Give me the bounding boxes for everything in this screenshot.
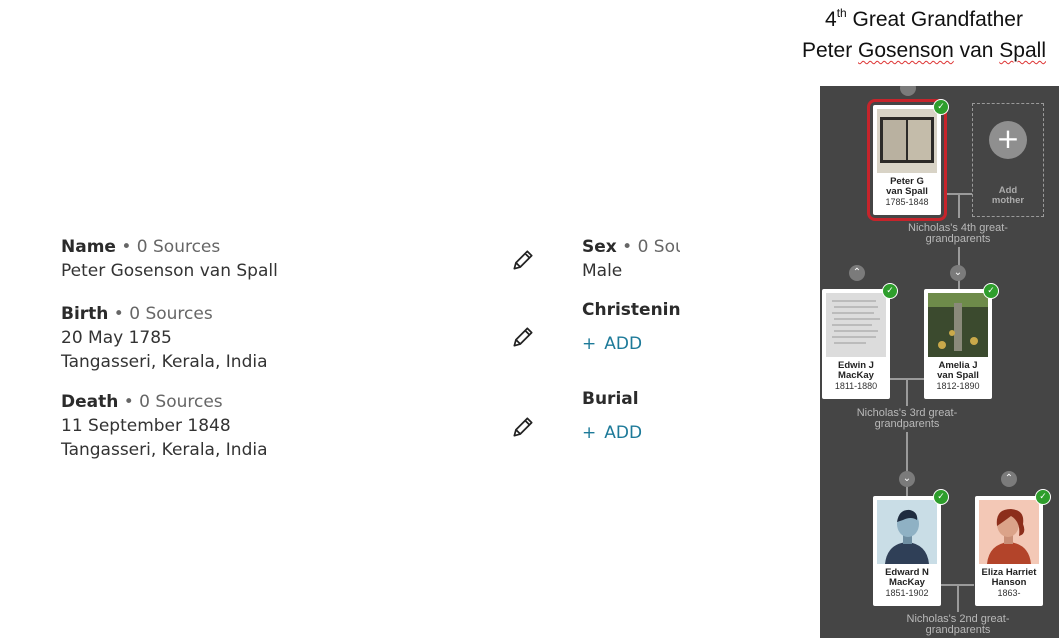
pencil-icon — [513, 327, 533, 347]
document-photo — [877, 109, 937, 173]
expand-down-icon[interactable]: ⌄ — [950, 265, 966, 281]
fact-sex-sources[interactable]: • 0 Sour — [617, 237, 680, 257]
group-label-4th: Nicholas's 4th great-grandparents — [908, 222, 1008, 245]
fact-birth-date: 20 May 1785 — [61, 328, 172, 348]
plus-icon: + — [989, 121, 1027, 159]
fact-death: Death • 0 Sources 11 September 1848 Tang… — [61, 390, 268, 462]
plus-icon: + — [582, 423, 597, 443]
fact-birth: Birth • 0 Sources 20 May 1785 Tangasseri… — [61, 302, 268, 374]
add-mother-button[interactable]: + Add mother — [972, 103, 1044, 217]
caption-relationship: 4th Great Grandfather — [825, 6, 1023, 31]
expand-up-icon[interactable]: ⌃ — [1001, 471, 1017, 487]
add-christening-button[interactable]: + ADD — [582, 332, 680, 356]
fact-name-label: Name — [61, 237, 116, 257]
edit-birth-button[interactable] — [510, 324, 536, 350]
edit-name-button[interactable] — [510, 247, 536, 273]
fact-birth-sources[interactable]: • 0 Sources — [108, 304, 213, 324]
pencil-icon — [513, 417, 533, 437]
person-name: Peter Gvan Spall 1785-1848 — [885, 176, 929, 208]
fact-burial: Burial + ADD — [582, 387, 680, 445]
edit-death-button[interactable] — [510, 414, 536, 440]
hint-leaf-icon[interactable]: ✓ — [983, 283, 999, 299]
person-name: Amelia Jvan Spall 1812-1890 — [936, 360, 980, 392]
connector-line — [957, 584, 959, 612]
male-avatar — [877, 500, 937, 564]
hint-leaf-icon[interactable]: ✓ — [933, 99, 949, 115]
fact-sex: Sex • 0 Sour Male — [582, 235, 680, 283]
female-avatar — [979, 500, 1039, 564]
document-photo — [826, 293, 886, 357]
fact-christening: Christening +ADD — [582, 298, 680, 356]
person-name: Eliza Harriet Hanson 1863- — [981, 567, 1037, 599]
fact-birth-place: Tangasseri, Kerala, India — [61, 352, 268, 372]
hint-leaf-icon[interactable]: ✓ — [933, 489, 949, 505]
group-label-3rd: Nicholas's 3rd great-grandparents — [856, 407, 958, 430]
group-label-2nd: Nicholas's 2nd great-grandparents — [906, 613, 1010, 636]
add-burial-button[interactable]: + ADD — [582, 421, 680, 445]
hint-leaf-icon[interactable]: ✓ — [882, 283, 898, 299]
fact-death-sources[interactable]: • 0 Sources — [118, 392, 223, 412]
family-tree-panel: ⌃ ⌃ ⌄ ⌄ ⌃ Peter Gvan Spall 1785-1848 ✓ + … — [820, 86, 1059, 638]
add-mother-label: Add mother — [991, 185, 1025, 206]
person-name: Edward N MacKay 1851-1902 — [885, 567, 929, 599]
fact-name-value: Peter Gosenson van Spall — [61, 261, 278, 281]
fact-burial-label: Burial — [582, 389, 639, 409]
expand-up-icon[interactable]: ⌃ — [849, 265, 865, 281]
fact-death-label: Death — [61, 392, 119, 412]
person-card-peter[interactable]: Peter Gvan Spall 1785-1848 — [867, 99, 947, 221]
fact-christening-label: Christening — [582, 300, 680, 320]
caption: 4th Great Grandfather Peter Gosenson van… — [790, 4, 1058, 66]
fact-death-date: 11 September 1848 — [61, 416, 231, 436]
connector-line — [906, 378, 908, 406]
connector-line — [958, 194, 960, 218]
person-card-amelia[interactable]: Amelia Jvan Spall 1812-1890 — [924, 289, 992, 399]
fact-sex-label: Sex — [582, 237, 617, 257]
person-card-eliza[interactable]: Eliza Harriet Hanson 1863- — [975, 496, 1043, 606]
pencil-icon — [513, 250, 533, 270]
fact-name-sources[interactable]: • 0 Sources — [116, 237, 220, 257]
expand-up-icon[interactable]: ⌃ — [900, 86, 916, 96]
caption-name: Peter Gosenson van Spall — [802, 39, 1046, 62]
fact-name: Name • 0 Sources Peter Gosenson van Spal… — [61, 235, 278, 283]
person-card-edwin[interactable]: Edwin J MacKay 1811-1880 — [822, 289, 890, 399]
person-name: Edwin J MacKay 1811-1880 — [834, 360, 878, 392]
fact-birth-label: Birth — [61, 304, 109, 324]
fact-death-place: Tangasseri, Kerala, India — [61, 440, 268, 460]
person-card-edward[interactable]: Edward N MacKay 1851-1902 — [873, 496, 941, 606]
expand-down-icon[interactable]: ⌄ — [899, 471, 915, 487]
plus-icon: + — [582, 334, 597, 354]
hint-leaf-icon[interactable]: ✓ — [1035, 489, 1051, 505]
fact-sex-value: Male — [582, 261, 623, 281]
grave-photo — [928, 293, 988, 357]
